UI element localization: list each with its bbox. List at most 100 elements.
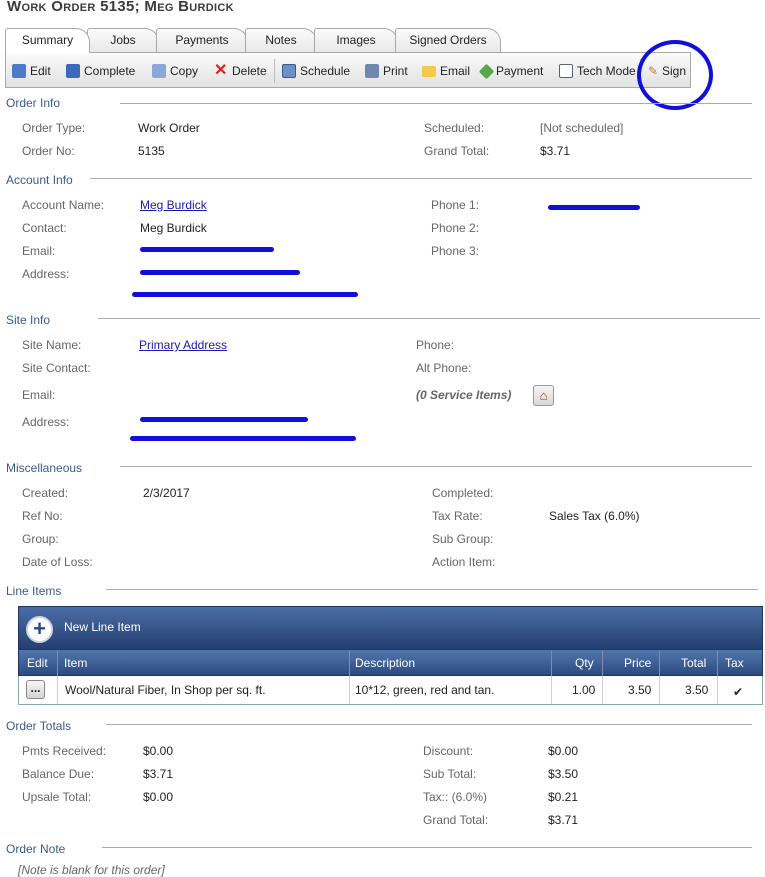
account-name-link[interactable]: Meg Burdick [140, 198, 207, 212]
payment-button[interactable]: Payment [478, 63, 543, 79]
order-type-label: Order Type: [22, 121, 86, 135]
phone3-label: Phone 3: [431, 244, 480, 258]
tab-summary[interactable]: Summary [5, 28, 90, 53]
phone1-label: Phone 1: [431, 198, 480, 212]
tax-rate-value: Sales Tax (6.0%) [549, 509, 640, 523]
site-address-label: Address: [22, 415, 70, 429]
site-name-label: Site Name: [22, 338, 82, 352]
order-totals-heading: Order Totals [6, 719, 72, 733]
col-item[interactable]: Item [64, 656, 87, 670]
grand-total-label: Grand Total: [424, 144, 490, 158]
col-price[interactable]: Price [624, 656, 651, 670]
col-qty[interactable]: Qty [575, 656, 594, 670]
redaction-mark [132, 292, 358, 297]
print-button[interactable]: Print [365, 63, 408, 79]
order-no-label: Order No: [22, 144, 75, 158]
account-name-label: Account Name: [22, 198, 105, 212]
email-label: Email: [22, 244, 56, 258]
phone2-label: Phone 2: [431, 221, 480, 235]
tab-signed-orders[interactable]: Signed Orders [395, 28, 501, 52]
cell-divider [349, 676, 350, 704]
divider [120, 103, 752, 104]
col-total[interactable]: Total [681, 656, 706, 670]
email-button[interactable]: Email [422, 63, 470, 79]
service-items-label: (0 Service Items) [416, 388, 512, 402]
divider [98, 318, 760, 319]
order-note-heading: Order Note [6, 842, 66, 856]
totals-grand-total-label: Grand Total: [423, 813, 489, 827]
cell-description: 10*12, green, red and tan. [355, 683, 495, 697]
cell-divider [551, 676, 552, 704]
site-name-link[interactable]: Primary Address [139, 338, 227, 352]
grid-toolbar: + New Line Item [18, 606, 763, 650]
upsale-total-label: Upsale Total: [22, 790, 92, 804]
misc-heading: Miscellaneous [6, 461, 83, 475]
cell-item: Wool/Natural Fiber, In Shop per sq. ft. [65, 683, 266, 697]
divider [106, 589, 758, 590]
totals-grand-total-value: $3.71 [548, 813, 579, 827]
tax-value: $0.21 [548, 790, 579, 804]
site-phone-label: Phone: [416, 338, 455, 352]
order-no-value: 5135 [138, 144, 165, 158]
tab-jobs[interactable]: Jobs [87, 28, 159, 52]
balance-due-value: $3.71 [143, 767, 174, 781]
toolbar: Edit Complete Copy ✕ Delete Schedule Prin… [5, 52, 691, 88]
contact-value: Meg Burdick [140, 221, 207, 235]
new-line-item-button[interactable]: New Line Item [64, 620, 141, 634]
sub-total-value: $3.50 [548, 767, 579, 781]
redaction-mark [140, 417, 308, 422]
col-divider [551, 650, 552, 676]
line-items-grid: + New Line Item Edit Item Description Qt… [18, 606, 763, 706]
redaction-mark [140, 270, 300, 275]
copy-button[interactable]: Copy [152, 63, 198, 79]
cell-divider [659, 676, 660, 704]
table-row: ... Wool/Natural Fiber, In Shop per sq. … [18, 676, 763, 705]
page-title: Work Order 5135; Meg Burdick [7, 0, 234, 15]
tech-mode-icon [559, 64, 573, 78]
order-type-value: Work Order [138, 121, 200, 135]
edit-button[interactable]: Edit [12, 63, 51, 79]
divider [120, 466, 752, 467]
calendar-icon [282, 64, 296, 78]
tax-rate-label: Tax Rate: [432, 509, 483, 523]
envelope-icon [422, 65, 436, 77]
col-tax[interactable]: Tax [725, 656, 744, 670]
tab-bar: Summary Jobs Payments Notes Images Signe… [5, 28, 505, 53]
account-info-heading: Account Info [6, 173, 73, 187]
tab-notes[interactable]: Notes [245, 28, 317, 52]
completed-label: Completed: [432, 486, 494, 500]
add-circle-icon[interactable]: + [26, 616, 53, 643]
cell-total: 3.50 [685, 683, 709, 697]
tab-images[interactable]: Images [314, 28, 398, 52]
date-of-loss-label: Date of Loss: [22, 555, 93, 569]
tech-mode-button[interactable]: Tech Mode [559, 63, 636, 79]
balance-due-label: Balance Due: [22, 767, 95, 781]
col-description[interactable]: Description [355, 656, 415, 670]
annotation-circle [637, 40, 713, 110]
tax-label: Tax:: (6.0%) [423, 790, 488, 804]
discount-label: Discount: [423, 744, 474, 758]
sub-total-label: Sub Total: [423, 767, 477, 781]
action-item-label: Action Item: [432, 555, 496, 569]
row-edit-button[interactable]: ... [26, 680, 45, 699]
col-divider [602, 650, 603, 676]
complete-button[interactable]: Complete [66, 63, 135, 79]
col-edit[interactable]: Edit [27, 656, 48, 670]
discount-value: $0.00 [548, 744, 579, 758]
redaction-mark [130, 436, 356, 441]
delete-button[interactable]: ✕ Delete [214, 63, 267, 79]
divider [106, 724, 752, 725]
home-icon[interactable]: ⌂ [533, 385, 554, 406]
divider [90, 178, 752, 179]
delete-icon: ✕ [214, 62, 228, 79]
schedule-button[interactable]: Schedule [282, 63, 350, 79]
cell-divider [602, 676, 603, 704]
pmts-received-label: Pmts Received: [22, 744, 107, 758]
edit-icon [12, 64, 26, 78]
upsale-total-value: $0.00 [143, 790, 174, 804]
scheduled-label: Scheduled: [424, 121, 485, 135]
toolbar-divider [274, 59, 275, 83]
contact-label: Contact: [22, 221, 67, 235]
col-divider [659, 650, 660, 676]
tab-payments[interactable]: Payments [156, 28, 248, 52]
